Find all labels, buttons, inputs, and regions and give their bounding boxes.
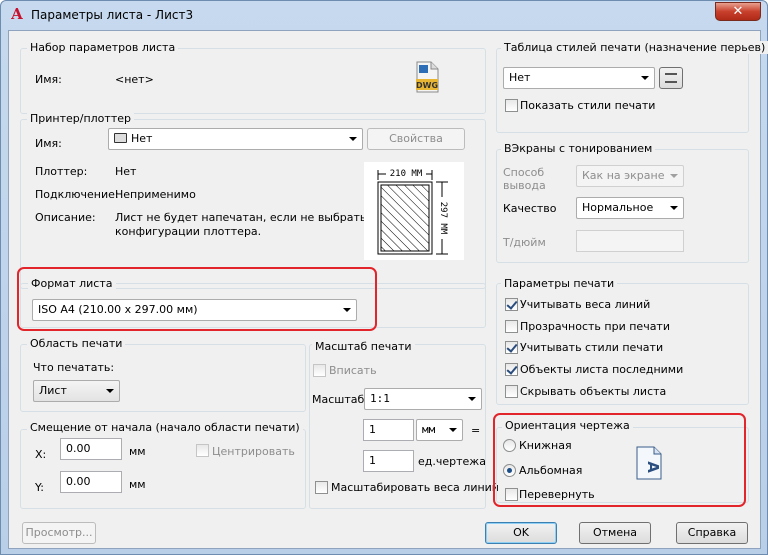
title-bar: A Параметры листа - Лист3 ✕ <box>1 1 767 29</box>
scale-lineweights-checkbox[interactable] <box>315 481 328 494</box>
scale-units-input[interactable]: 1 <box>363 419 414 441</box>
autocad-logo-icon: A <box>11 5 23 23</box>
chevron-down-icon <box>670 206 678 210</box>
offset-x-input[interactable]: 0.00 <box>60 438 122 460</box>
close-button[interactable]: ✕ <box>715 2 761 21</box>
dpi-input[interactable] <box>576 230 684 252</box>
plot-paperspace-last-label: Объекты листа последними <box>520 363 684 376</box>
scale-unit-select[interactable]: мм <box>416 419 463 441</box>
description-line-2: конфигурации плоттера. <box>115 225 262 238</box>
hide-paperspace-checkbox[interactable] <box>505 385 518 398</box>
center-plot-label: Центрировать <box>212 445 295 458</box>
dialog-body: Набор параметров листа Имя: <нет> DWG Пр… <box>8 30 768 549</box>
plot-transparency-checkbox[interactable] <box>505 320 518 333</box>
drawing-units-input[interactable]: 1 <box>363 450 414 472</box>
fit-to-paper-checkbox[interactable] <box>313 364 326 377</box>
plot-style-title: Таблица стилей печати (назначение перьев… <box>501 41 768 54</box>
help-button[interactable]: Справка <box>676 522 748 544</box>
window-title: Параметры листа - Лист3 <box>31 8 194 22</box>
connection-label: Подключение: <box>35 188 119 201</box>
offset-y-unit: мм <box>129 478 146 491</box>
plot-style-select[interactable]: Нет <box>503 67 655 89</box>
quality-select[interactable]: Нормальное <box>576 197 684 219</box>
show-plot-styles-checkbox[interactable] <box>505 99 518 112</box>
hide-paperspace-label: Скрывать объекты листа <box>520 385 667 398</box>
plot-paperspace-last-checkbox[interactable] <box>505 363 518 376</box>
plot-lineweights-label: Учитывать веса линий <box>520 298 651 311</box>
svg-text:297 ММ: 297 ММ <box>438 202 448 235</box>
plot-style-value: Нет <box>509 71 531 84</box>
plotter-value: Нет <box>115 165 137 178</box>
scale-value: 1:1 <box>370 392 390 405</box>
ok-button[interactable]: OK <box>485 522 557 544</box>
offset-y-label: Y: <box>35 481 44 494</box>
fit-to-paper-label: Вписать <box>329 364 377 377</box>
printer-name-label: Имя: <box>35 137 62 150</box>
properties-button[interactable]: Свойства <box>367 128 465 150</box>
plot-style-group <box>496 48 749 133</box>
plot-with-styles-label: Учитывать стили печати <box>520 341 664 354</box>
plotter-label: Плоттер: <box>35 165 88 178</box>
shaded-viewport-title: ВЭкраны с тонированием <box>501 142 656 155</box>
shade-plot-value: Как на экране <box>582 169 665 182</box>
dialog-window: A Параметры листа - Лист3 ✕ Набор параме… <box>0 0 768 555</box>
what-to-plot-label: Что печатать: <box>33 361 115 374</box>
shade-plot-label-1: Способ <box>503 166 545 179</box>
chevron-down-icon <box>449 428 457 432</box>
paper-preview: 210 ММ 297 ММ <box>364 162 464 260</box>
equals-sign: = <box>471 424 481 437</box>
edit-table-icon <box>665 73 677 83</box>
plot-offset-title: Смещение от начала (начало области печат… <box>27 421 303 434</box>
cancel-button[interactable]: Отмена <box>579 522 651 544</box>
shade-plot-select[interactable]: Как на экране <box>576 165 684 187</box>
page-setup-name-value: <нет> <box>115 73 154 86</box>
printer-name-select[interactable]: Нет <box>108 128 363 150</box>
svg-text:210 ММ: 210 ММ <box>390 169 423 179</box>
plot-lineweights-checkbox[interactable] <box>505 298 518 311</box>
chevron-down-icon <box>468 397 476 401</box>
scale-lineweights-label: Масштабировать веса линий <box>331 481 499 494</box>
plot-with-styles-checkbox[interactable] <box>505 341 518 354</box>
offset-y-input[interactable]: 0.00 <box>60 471 122 493</box>
paper-size-highlight <box>17 267 377 331</box>
page-setup-name-label: Имя: <box>35 73 62 86</box>
page-setup-title: Набор параметров листа <box>27 41 179 54</box>
offset-x-unit: мм <box>129 445 146 458</box>
quality-label: Качество <box>503 202 557 215</box>
plot-scale-title: Масштаб печати <box>312 340 415 353</box>
what-to-plot-value: Лист <box>39 384 67 397</box>
svg-text:DWG: DWG <box>416 81 438 90</box>
printer-title: Принтер/плоттер <box>27 112 134 125</box>
orientation-highlight <box>493 413 746 507</box>
drawing-units-label: ед.чертежа <box>418 455 486 468</box>
printer-name-value: Нет <box>131 132 153 145</box>
plot-options-title: Параметры печати <box>501 277 618 290</box>
center-plot-checkbox[interactable] <box>196 444 209 457</box>
connection-value: Неприменимо <box>115 188 196 201</box>
chevron-down-icon <box>106 389 114 393</box>
chevron-down-icon <box>349 137 357 141</box>
scale-select[interactable]: 1:1 <box>364 388 482 410</box>
scale-label: Масштаб: <box>312 393 368 406</box>
dpi-label: Т/дюйм <box>503 236 546 249</box>
quality-value: Нормальное <box>582 201 654 214</box>
preview-button[interactable]: Просмотр... <box>22 522 96 544</box>
printer-icon <box>114 133 127 143</box>
offset-x-label: X: <box>35 448 47 461</box>
scale-unit-value: мм <box>422 423 436 436</box>
what-to-plot-select[interactable]: Лист <box>33 380 120 402</box>
shade-plot-label-2: вывода <box>503 179 546 192</box>
chevron-down-icon <box>641 76 649 80</box>
edit-plot-style-button[interactable] <box>659 67 683 89</box>
dwg-file-icon: DWG <box>413 61 441 93</box>
plot-area-title: Область печати <box>27 337 126 350</box>
chevron-down-icon <box>670 174 678 178</box>
description-label: Описание: <box>35 211 96 224</box>
plot-transparency-label: Прозрачность при печати <box>520 320 670 333</box>
show-plot-styles-label: Показать стили печати <box>520 99 656 112</box>
description-line-1: Лист не будет напечатан, если не выбрать… <box>115 211 392 224</box>
